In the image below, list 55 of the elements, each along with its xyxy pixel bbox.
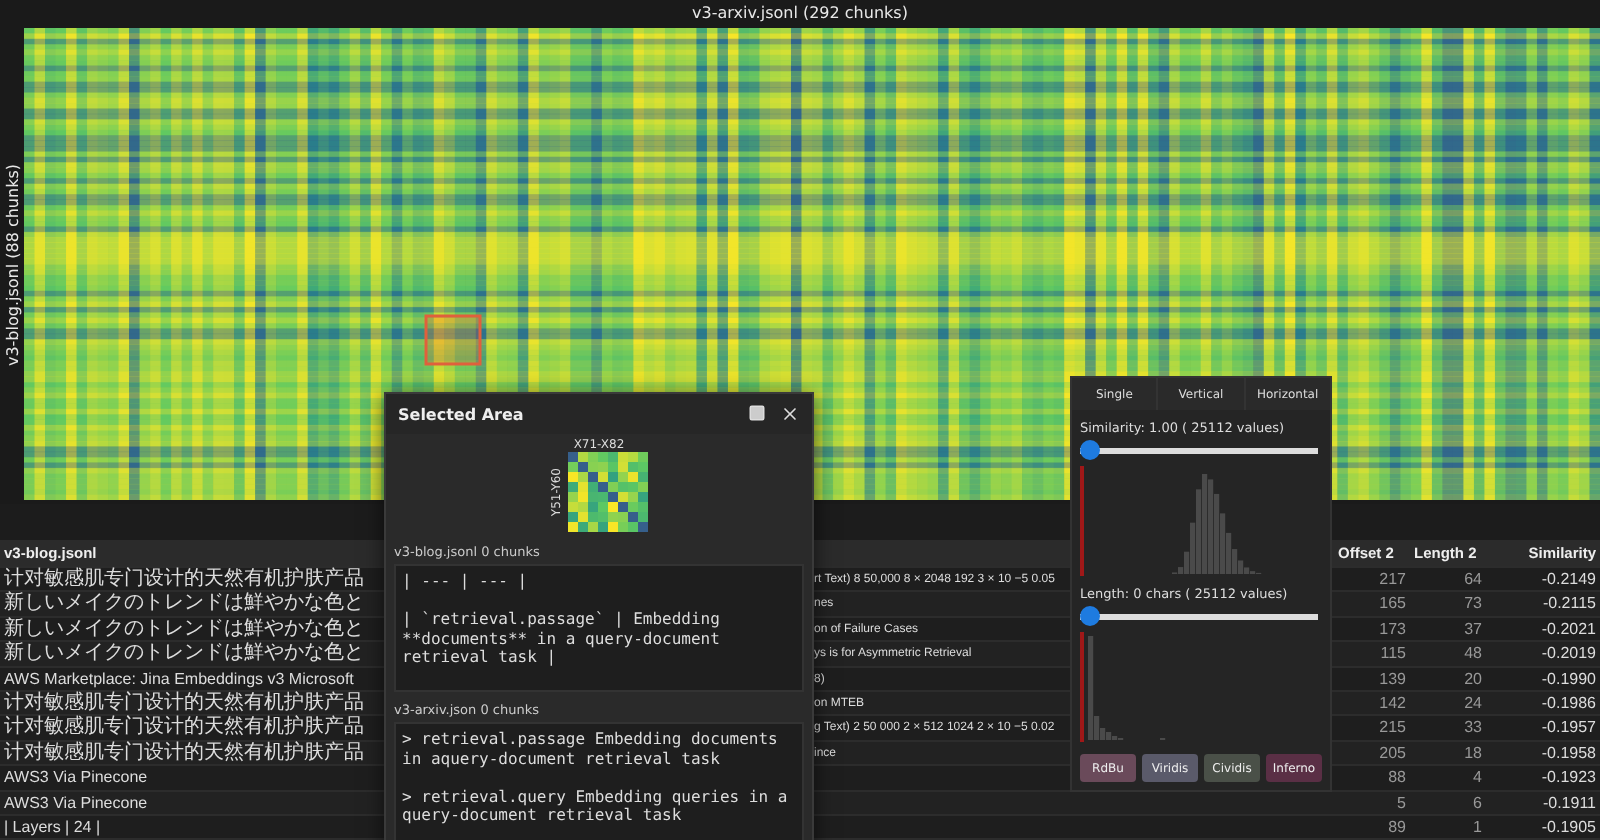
table-cell-text: 89 <box>1386 815 1408 840</box>
table-cell-text: | Layers | 24 | <box>2 815 103 840</box>
table-cell-text: -0.1986 <box>1539 691 1598 716</box>
table-cell-text: -0.1911 <box>1540 791 1598 816</box>
table-cell-text: 计对敏感肌专门设计的天然有机护肤产品 <box>2 716 366 741</box>
table-cell-text: AWS Marketplace: Jina Embeddings v3 Microsoft <box>2 667 356 691</box>
dialog-title: Selected Area <box>398 405 526 423</box>
table-cell-text: -0.2021 <box>1539 617 1598 642</box>
table-cell-text: 4 <box>1471 766 1484 791</box>
table-cell-text: 37 <box>1462 617 1484 642</box>
table-cell-text: 新しいメイクのトレンドは鮮やかな色と <box>2 642 366 667</box>
table-cell-text: -0.1957 <box>1539 716 1598 741</box>
table-cell-text: 173 <box>1377 617 1408 642</box>
table-cell-text: 88 <box>1386 766 1408 791</box>
table-cell-text: -0.1923 <box>1539 766 1598 791</box>
table-cell-text: 115 <box>1378 642 1408 667</box>
table-cell-text: -0.1958 <box>1539 741 1598 766</box>
table-cell-text: 6 <box>1471 791 1484 816</box>
text-area[interactable]: | --- | --- | | `retrieval.passage` | Embedding **documents** in a query-document retrieval task | <box>394 564 804 692</box>
table-cell-text: 20 <box>1462 667 1484 692</box>
table-cell-text: 73 <box>1462 592 1484 617</box>
heatmap-y-label: v3-blog.jsonl (88 chunks) <box>3 164 21 368</box>
text-area[interactable]: > retrieval.passage Embedding documents in aquery-document retrieval task > retrieval.query Embedding queries in a query-document retrieval task <box>394 722 804 840</box>
close-icon[interactable] <box>780 404 800 424</box>
table-cell-text: 计对敏感肌专门设计的天然有机护肤产品 <box>2 691 366 715</box>
slider-thumb[interactable] <box>1080 440 1100 460</box>
slider-thumb[interactable] <box>1080 606 1100 626</box>
table-cell-text: -0.2149 <box>1539 568 1598 592</box>
table-cell-text: 142 <box>1377 691 1408 716</box>
table-cell-text: 24 <box>1462 691 1484 716</box>
histogram-drawing <box>1080 632 1166 742</box>
table-cell-text: 215 <box>1377 716 1408 741</box>
table-cell-text: 计对敏感肌专门设计的天然有机护肤产品 <box>2 741 366 766</box>
table-cell-text: 139 <box>1377 667 1408 692</box>
table-cell-text: -0.1990 <box>1539 667 1598 692</box>
table-cell-text: AWS3 Via Pinecone <box>2 791 150 816</box>
square-icon[interactable] <box>748 404 768 424</box>
table-cell-text: 新しいメイクのトレンドは鮮やかな色と <box>2 617 366 641</box>
table-cell-text: -0.2115 <box>1540 592 1598 617</box>
table-cell-text: -0.1905 <box>1539 815 1598 840</box>
table-cell-text: -0.2019 <box>1539 642 1598 667</box>
table-cell-text: 48 <box>1462 642 1484 667</box>
table-cell-text: 165 <box>1377 592 1408 617</box>
table-cell-text: 217 <box>1377 568 1408 592</box>
table-cell-text: 计对敏感肌专门设计的天然有机护肤产品 <box>2 568 366 591</box>
table-cell-text: 33 <box>1462 716 1484 741</box>
heatmap-title: v3-arxiv.jsonl (292 chunks) <box>690 2 910 26</box>
heatmap-thumbnail <box>568 452 648 532</box>
table-cell-text: AWS3 Via Pinecone <box>2 766 150 791</box>
table-cell-text: 1 <box>1471 815 1484 840</box>
table-cell-text: 64 <box>1462 568 1484 592</box>
table-cell-text: 新しいメイクのトレンドは鮮やかな色と <box>2 592 366 617</box>
table-cell-text: 205 <box>1377 741 1408 766</box>
table-cell-text: 5 <box>1395 791 1408 816</box>
table-cell-text: 18 <box>1462 741 1484 766</box>
